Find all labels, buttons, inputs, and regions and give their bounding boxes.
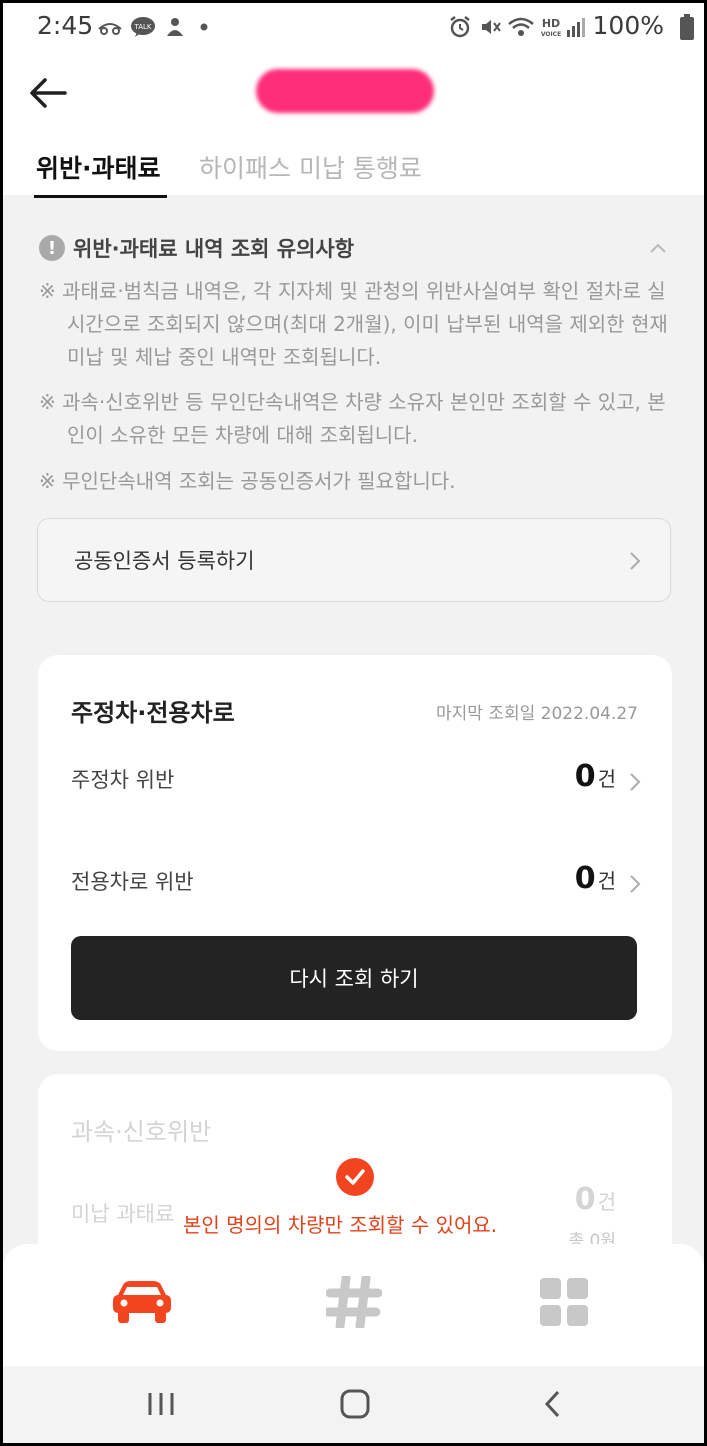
alarm-icon — [447, 15, 473, 39]
svg-text:HD: HD — [542, 17, 560, 30]
svg-text:TALK: TALK — [133, 23, 151, 31]
exclamation-icon: ! — [39, 235, 65, 261]
app-icon — [163, 15, 187, 39]
row-label: 전용차로 위반 — [71, 870, 194, 894]
chevron-right-icon — [628, 771, 642, 793]
active-tab-indicator — [34, 195, 167, 198]
signal-icon — [565, 15, 587, 39]
chevron-right-icon — [628, 873, 642, 895]
wifi-icon — [506, 15, 536, 39]
status-time: 2:45 — [37, 11, 94, 40]
car-link-icon — [95, 15, 125, 39]
back-chevron-icon[interactable] — [533, 1384, 573, 1424]
row-count: 0 건 — [574, 759, 616, 794]
phone-screen: 2:45 TALK HD VOICE 100% 위반·과태료 하이패스 미납 통… — [3, 3, 704, 1443]
register-certificate-label: 공동인증서 등록하기 — [74, 549, 255, 573]
row-label: 미납 과태료 — [71, 1202, 175, 1226]
hd-voice-icon: HD VOICE — [539, 15, 563, 39]
row-count: 0 건 — [574, 861, 616, 896]
hashtag-icon[interactable] — [319, 1272, 389, 1332]
notice-title: 위반·과태료 내역 조회 유의사항 — [73, 237, 355, 261]
toast-message: 본인 명의의 차량만 조회할 수 있어요. — [183, 1213, 498, 1237]
notice-item: ※ 과태료·범칙금 내역은, 각 지자체 및 관청의 위반사실여부 확인 절차로… — [39, 279, 668, 369]
mute-icon — [477, 15, 503, 39]
tab-violations[interactable]: 위반·과태료 — [36, 149, 161, 185]
arrow-left-icon[interactable] — [25, 73, 71, 113]
system-nav-bar — [3, 1366, 704, 1443]
battery-icon — [679, 14, 695, 40]
register-certificate-button[interactable]: 공동인증서 등록하기 — [37, 518, 671, 602]
chevron-right-icon — [628, 550, 642, 572]
kakaotalk-icon: TALK — [129, 15, 157, 39]
row-label: 주정차 위반 — [71, 768, 175, 792]
notice-item: ※ 과속·신호위반 등 무인단속내역은 차량 소유자 본인만 조회할 수 있고,… — [39, 390, 666, 447]
card-title: 과속·신호위반 — [71, 1118, 212, 1146]
svg-text:VOICE: VOICE — [541, 31, 561, 38]
card-title: 주정차·전용차로 — [71, 699, 235, 727]
grid-icon[interactable] — [529, 1272, 599, 1332]
parking-lane-card: 주정차·전용차로 마지막 조회일 2022.04.27 주정차 위반 0 건 전… — [38, 655, 672, 1051]
check-icon — [336, 1158, 374, 1196]
parking-violation-row[interactable]: 주정차 위반 0 건 — [38, 743, 672, 813]
tab-hipass-unpaid[interactable]: 하이패스 미납 통행료 — [199, 149, 422, 185]
redacted-title — [256, 69, 434, 113]
tab-bar: 위반·과태료 하이패스 미납 통행료 — [3, 145, 704, 198]
notice-header: ! 위반·과태료 내역 조회 유의사항 — [39, 233, 354, 263]
app-header: 위반·과태료 하이패스 미납 통행료 — [3, 53, 704, 198]
car-icon[interactable] — [107, 1272, 177, 1332]
requery-button[interactable]: 다시 조회 하기 — [71, 936, 637, 1020]
chevron-up-icon[interactable] — [648, 239, 668, 259]
last-query-date: 마지막 조회일 2022.04.27 — [436, 704, 638, 724]
notice-item: ※ 무인단속내역 조회는 공동인증서가 필요합니다. — [39, 469, 456, 493]
status-bar: 2:45 TALK HD VOICE 100% — [3, 3, 704, 53]
battery-percent: 100% — [592, 11, 664, 40]
dot-icon — [197, 15, 211, 39]
row-count: 0 건 — [574, 1182, 616, 1217]
home-icon[interactable] — [335, 1384, 375, 1424]
bottom-nav — [3, 1244, 704, 1366]
bus-lane-violation-row[interactable]: 전용차로 위반 0 건 — [38, 845, 672, 915]
recents-icon[interactable] — [141, 1384, 181, 1424]
